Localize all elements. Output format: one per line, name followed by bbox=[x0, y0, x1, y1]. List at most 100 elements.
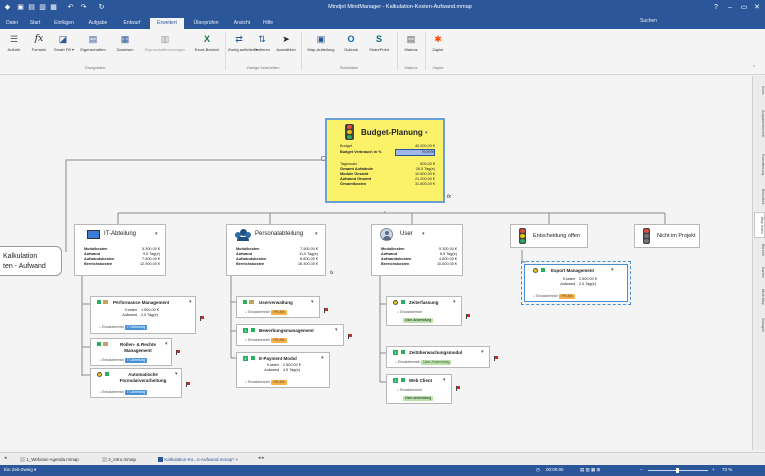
tab-erweitert[interactable]: Erweitert bbox=[150, 18, 184, 29]
side-tab-bibliothek[interactable]: Bibliothek bbox=[754, 184, 765, 210]
hr-chip[interactable]: HR-Abt. bbox=[271, 338, 288, 343]
new-file-icon[interactable]: ▣ bbox=[16, 3, 25, 12]
topic-userverwaltung[interactable]: Userverwaltung ▾ ⌂ Einsatzbereich HR-Abt… bbox=[236, 296, 320, 318]
close-button[interactable]: ✕ bbox=[751, 2, 763, 13]
dropdown-arrow-icon[interactable]: ▾ bbox=[321, 355, 324, 361]
side-tab-formatierung[interactable]: Formatierung bbox=[754, 148, 765, 182]
dropdown-arrow-icon[interactable]: ▾ bbox=[453, 299, 456, 305]
hr-chip[interactable]: HR-Abt. bbox=[559, 294, 576, 299]
minimize-button[interactable]: – bbox=[724, 2, 736, 13]
redo-icon[interactable]: ↷ bbox=[79, 3, 88, 12]
branch-it-abteilung[interactable]: IT-Abteilung ▾ Modulkosten 5.300,00 € Auf… bbox=[74, 224, 166, 276]
hr-chip[interactable]: HR-Abt. bbox=[271, 380, 288, 385]
tab-aufgabe[interactable]: Aufgabe bbox=[82, 18, 114, 29]
topic-export-management[interactable]: Export Management ▾ Kosten 2.500,00 € Auf… bbox=[521, 261, 631, 305]
aufrufe-button[interactable]: ☰ Aufrufe bbox=[4, 33, 24, 52]
zoom-slider[interactable] bbox=[648, 468, 708, 473]
user-chip[interactable]: User-Anwendung bbox=[403, 396, 434, 401]
branch-nicht-im-projekt[interactable]: Nicht im Projekt bbox=[634, 224, 700, 248]
vorlagen-button[interactable]: ▥ Eigenschaftenvorlagen bbox=[140, 33, 190, 52]
refresh-icon[interactable]: ↻ bbox=[97, 3, 106, 12]
topic-zeitueberwachungsmodul[interactable]: 1 Zeitüberwachungsmodul ▾ ⌂ Einsatzberei… bbox=[386, 346, 490, 368]
side-tab-map-index[interactable]: Map Index bbox=[754, 212, 765, 238]
it-chip[interactable]: IT-Abteilung bbox=[125, 390, 148, 395]
auswahlen-button[interactable]: ➤ Auswählen bbox=[274, 33, 298, 52]
user-chip[interactable]: User-Anwendung bbox=[403, 318, 434, 323]
topic-e-payment-modul[interactable]: 1 E-Payment Modul ▾ Kosten 2.500,00 € Auf… bbox=[236, 352, 330, 388]
topic-expander[interactable]: – bbox=[321, 156, 326, 161]
view-buttons[interactable]: ▤ ▥ ▦ ⊞ bbox=[580, 467, 600, 473]
dropdown-arrow-icon[interactable]: ▾ bbox=[425, 130, 428, 136]
tab-datei[interactable]: Datei bbox=[2, 18, 22, 29]
tab-ueberpruefen[interactable]: Überprüfen bbox=[186, 18, 226, 29]
map-canvas[interactable]: Kalkulation ten - Aufwand Budget-Planung… bbox=[0, 76, 752, 450]
it-chip[interactable]: IT-Abteilung bbox=[125, 358, 148, 363]
user-chip[interactable]: User-Anwendung bbox=[421, 360, 452, 365]
search-box[interactable]: Suchen bbox=[640, 18, 657, 24]
zapier-button[interactable]: ✱ Zapier bbox=[428, 33, 448, 52]
maximize-button[interactable]: ▭ bbox=[738, 2, 750, 13]
tab-entwurf[interactable]: Entwurf bbox=[116, 18, 148, 29]
tab-ansicht[interactable]: Ansicht bbox=[228, 18, 256, 29]
topic-bewerbungsmanagement[interactable]: 1 Bewerbungsmanagement ▾ ⌂ Einsatzbereic… bbox=[236, 324, 344, 346]
smartfill-button[interactable]: ◪ Smart Fill ▾ bbox=[54, 33, 74, 52]
topic-performance-management[interactable]: Performance Management ▾ Kosten 1.500,00 … bbox=[90, 296, 196, 334]
print-icon[interactable]: ▦ bbox=[49, 3, 58, 12]
side-tab-bereich[interactable]: Bereich bbox=[754, 240, 765, 260]
side-tab-vorlagen[interactable]: Vorlagen bbox=[754, 312, 765, 338]
excel-button[interactable]: X Excel-Bereich bbox=[192, 33, 222, 52]
doc-tab-intro[interactable]: 2_Intro.mmap bbox=[102, 455, 136, 465]
dropdown-arrow-icon[interactable]: ▾ bbox=[311, 299, 314, 305]
close-tab-icon[interactable]: × bbox=[235, 457, 238, 462]
topic-rollen-rechte[interactable]: Rollen- & Rechte Management ▾ ⌂ Einsatzb… bbox=[90, 338, 172, 366]
dropdown-arrow-icon[interactable]: ▾ bbox=[165, 341, 168, 347]
doc-tab-kalkulation[interactable]: Kalkulation-Ko...n-Aufwand.mmap* × bbox=[158, 455, 238, 465]
branch-entscheidung-offen[interactable]: Entscheidung offen bbox=[510, 224, 588, 248]
dropdown-arrow-icon[interactable]: ▾ bbox=[422, 231, 425, 237]
central-topic-budget-planung[interactable]: Budget-Planung ▾ Budget 40.000,00 € Budge… bbox=[325, 118, 451, 203]
help-button[interactable]: ? bbox=[710, 2, 722, 13]
dropdown-arrow-icon[interactable]: ▾ bbox=[315, 231, 318, 237]
dropdown-arrow-icon[interactable]: ▾ bbox=[175, 371, 178, 377]
it-chip[interactable]: IT-Abteilung bbox=[125, 325, 148, 330]
open-file-icon[interactable]: ▤ bbox=[27, 3, 36, 12]
topic-zeiterfassung[interactable]: Zeiterfassung ▾ ⌂ Einsatzbereich User-An… bbox=[386, 296, 462, 326]
topic-web-client[interactable]: 1 Web Client ▾ ⌂ Einsatzbereich User-Anw… bbox=[386, 374, 452, 404]
sharepoint-button[interactable]: S SharePoint bbox=[364, 33, 394, 52]
dropdown-arrow-icon[interactable]: ▾ bbox=[155, 231, 158, 237]
tab-scroll-left-icon[interactable]: ◂ bbox=[4, 455, 7, 461]
eigenschaften-button[interactable]: ▤ Eigenschaften bbox=[76, 33, 110, 52]
formeln-button[interactable]: fx Formeln bbox=[28, 33, 50, 52]
zweig-button[interactable]: ⇄ Zweig aufteilen ▾ bbox=[228, 33, 258, 52]
dropdown-arrow-icon[interactable]: ▾ bbox=[443, 377, 446, 383]
outlook-button[interactable]: O Outlook bbox=[340, 33, 362, 52]
side-tab-multi-map[interactable]: Multi-Map bbox=[754, 284, 765, 310]
doc-tab-webinar-agenda[interactable]: 1_Webinar-Agenda.mmap bbox=[20, 455, 79, 465]
side-tab-karten[interactable]: Karten bbox=[754, 262, 765, 282]
hr-chip[interactable]: HR-Abt. bbox=[271, 310, 288, 315]
status-filter[interactable]: Ein Zeit-Zweig ▾ bbox=[4, 467, 36, 473]
tab-einfuegen[interactable]: Einfügen bbox=[48, 18, 80, 29]
tab-start[interactable]: Start bbox=[24, 18, 46, 29]
dropdown-arrow-icon[interactable]: ▾ bbox=[481, 349, 484, 355]
zuweisen-button[interactable]: ▦ Zuweisen bbox=[112, 33, 138, 52]
kalkulation-topic[interactable]: Kalkulation ten - Aufwand bbox=[0, 246, 62, 276]
tab-hilfe[interactable]: Hilfe bbox=[258, 18, 278, 29]
tab-scroll-right-icon[interactable]: ◂ ▸ bbox=[258, 455, 264, 461]
dropdown-arrow-icon[interactable]: ▾ bbox=[189, 299, 192, 305]
sortieren-button[interactable]: ⇅ Sortieren bbox=[252, 33, 272, 52]
zoom-in-button[interactable]: + bbox=[712, 467, 715, 472]
side-tab-icons[interactable]: Icons bbox=[754, 80, 765, 100]
undo-icon[interactable]: ↶ bbox=[66, 3, 75, 12]
dropdown-arrow-icon[interactable]: ▾ bbox=[335, 327, 338, 333]
makros-button[interactable]: ▤ Makros bbox=[400, 33, 422, 52]
branch-user[interactable]: User ▾ Modulkosten 5.300,00 € Aufwand 6,5 … bbox=[371, 224, 463, 276]
topic-automatische-formularverarbeitung[interactable]: Automatische Formularverarbeitung ▾ ⌂ Ei… bbox=[90, 368, 182, 398]
save-icon[interactable]: ▥ bbox=[38, 3, 47, 12]
side-tab-aufgabenbereich[interactable]: Aufgabenbereich bbox=[754, 102, 765, 146]
budget-percent-field[interactable]: 79,50% bbox=[395, 149, 435, 156]
mapaufteilung-button[interactable]: ▣ Map-Aufteilung bbox=[304, 33, 338, 52]
ribbon-collapse-icon[interactable]: ⌃ bbox=[752, 65, 756, 71]
branch-personalabteilung[interactable]: Personalabteilung ▾ Modulkosten 7.500,00 … bbox=[226, 224, 326, 276]
zoom-out-button[interactable]: – bbox=[640, 467, 643, 472]
